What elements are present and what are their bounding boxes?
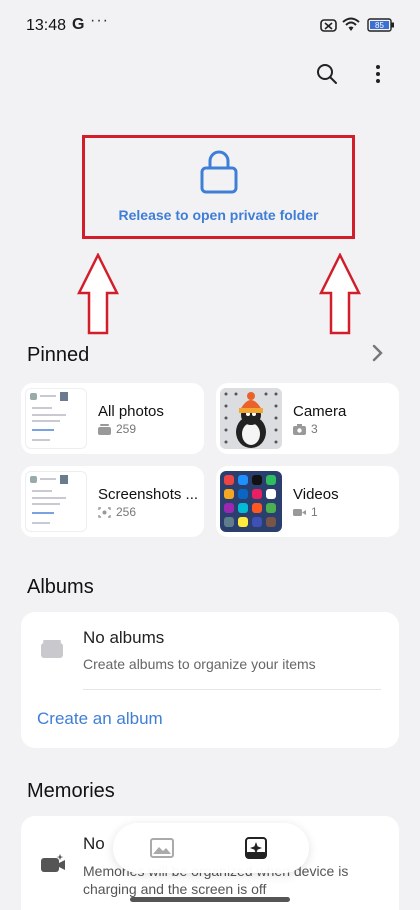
search-icon bbox=[317, 64, 337, 84]
video-icon bbox=[293, 508, 306, 516]
photos-tab-icon[interactable] bbox=[150, 836, 174, 860]
pinned-item-meta: 256 bbox=[98, 505, 136, 519]
home-indicator[interactable] bbox=[130, 897, 290, 902]
pinned-item-meta: 259 bbox=[98, 422, 136, 436]
pinned-item-title: Videos bbox=[293, 486, 339, 503]
album-folder-icon bbox=[41, 640, 63, 658]
status-time: 13:48 bbox=[26, 17, 67, 34]
pinned-item-title: Camera bbox=[293, 403, 347, 420]
search-button[interactable] bbox=[311, 58, 343, 90]
battery-icon: 85 bbox=[367, 18, 394, 32]
wifi-icon bbox=[342, 17, 360, 31]
pinned-item-count: 259 bbox=[116, 422, 137, 436]
camera-icon bbox=[293, 423, 306, 435]
screenshots-thumbnail bbox=[25, 471, 87, 532]
google-icon: G bbox=[72, 16, 85, 33]
pinned-item-count: 256 bbox=[116, 505, 137, 519]
albums-title: Albums bbox=[27, 576, 94, 598]
pinned-item-count: 1 bbox=[311, 505, 318, 519]
battery-level: 85 bbox=[375, 21, 384, 30]
pinned-item-screenshots[interactable]: Screenshots ... 256 bbox=[21, 466, 204, 537]
memories-title: Memories bbox=[27, 780, 115, 802]
pinned-item-title: All photos bbox=[98, 403, 164, 420]
pinned-item-count: 3 bbox=[311, 422, 318, 436]
no-memories-title: No bbox=[83, 834, 105, 853]
all-photos-thumbnail bbox=[25, 388, 87, 449]
pinned-item-meta: 1 bbox=[293, 505, 318, 519]
divider bbox=[83, 689, 381, 690]
albums-empty-card: No albums Create albums to organize your… bbox=[21, 612, 399, 748]
collections-tab-icon[interactable] bbox=[244, 836, 268, 860]
more-vert-icon bbox=[376, 65, 380, 83]
camera-thumbnail bbox=[220, 388, 282, 449]
pinned-item-all-photos[interactable]: All photos 259 bbox=[21, 383, 204, 454]
status-bar: 13:48 G ··· 85 bbox=[0, 0, 420, 52]
bottom-tab-bar bbox=[113, 823, 309, 873]
up-arrow-annotation-left bbox=[77, 253, 119, 335]
stack-icon bbox=[98, 423, 111, 435]
more-options-button[interactable] bbox=[362, 58, 394, 90]
private-folder-pull-area[interactable]: Release to open private folder bbox=[82, 135, 355, 239]
pinned-item-title: Screenshots ... bbox=[98, 486, 199, 503]
chevron-right-icon[interactable] bbox=[368, 342, 386, 364]
private-folder-label: Release to open private folder bbox=[118, 207, 319, 223]
lock-icon bbox=[200, 150, 237, 194]
screenshot-icon bbox=[98, 506, 111, 518]
no-sim-icon bbox=[320, 19, 337, 32]
more-notifications-icon: ··· bbox=[90, 12, 109, 29]
no-albums-subtitle: Create albums to organize your items bbox=[83, 656, 316, 672]
no-albums-title: No albums bbox=[83, 628, 165, 647]
pinned-item-meta: 3 bbox=[293, 422, 318, 436]
pinned-title: Pinned bbox=[27, 344, 90, 366]
create-album-link[interactable]: Create an album bbox=[37, 709, 163, 729]
pinned-item-camera[interactable]: Camera 3 bbox=[216, 383, 399, 454]
pinned-item-videos[interactable]: Videos 1 bbox=[216, 466, 399, 537]
videos-thumbnail bbox=[220, 471, 282, 532]
memories-icon bbox=[41, 854, 65, 872]
up-arrow-annotation-right bbox=[319, 253, 361, 335]
